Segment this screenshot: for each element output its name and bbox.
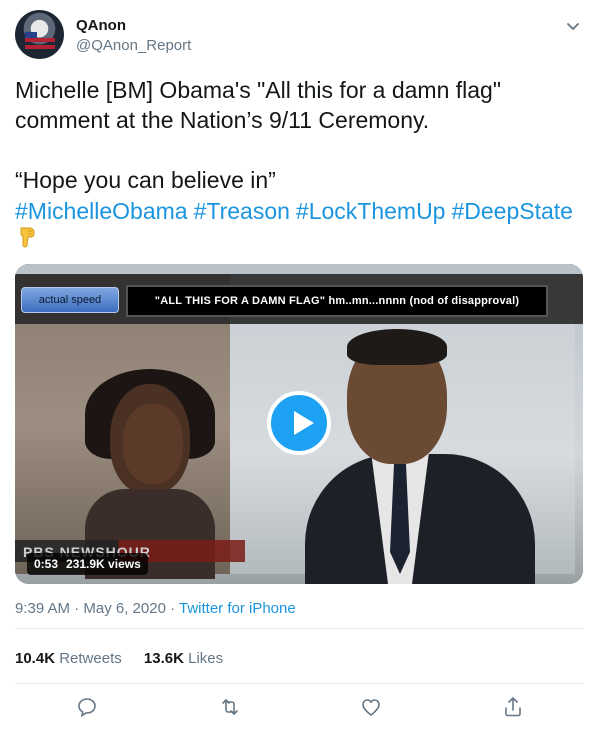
retweets-count: 10.4K (15, 650, 56, 667)
divider (15, 628, 583, 629)
tweet-header: QAnon @QAnon_Report (15, 10, 585, 62)
likes-label: Likes (188, 650, 224, 667)
video-player[interactable]: actual speed "ALL THIS FOR A DAMN FLAG" … (15, 264, 583, 584)
chevron-down-icon[interactable] (561, 14, 585, 38)
share-icon[interactable] (501, 695, 525, 719)
hashtag-link[interactable]: #MichelleObama (15, 198, 188, 224)
hashtag-link[interactable]: #DeepState (451, 198, 572, 224)
tweet-source[interactable]: Twitter for iPhone (179, 600, 296, 617)
reply-icon[interactable] (75, 695, 99, 719)
video-duration: 0:53 (34, 557, 59, 571)
divider (15, 683, 583, 684)
pointing-down-icon (15, 224, 39, 248)
play-button[interactable] (267, 391, 331, 455)
speed-label: actual speed (21, 287, 119, 313)
tweet-stats: 10.4K Retweets 13.6K Likes (15, 650, 241, 667)
hashtag-link[interactable]: #LockThemUp (296, 198, 446, 224)
video-caption: "ALL THIS FOR A DAMN FLAG" hm..mn...nnnn… (126, 285, 548, 317)
likes-count: 13.6K (143, 650, 184, 667)
author-handle[interactable]: @QAnon_Report (76, 37, 191, 54)
retweets-stat[interactable]: 10.4K Retweets (15, 650, 122, 667)
avatar[interactable] (15, 10, 64, 59)
tweet-actions (15, 695, 583, 723)
retweets-label: Retweets (59, 650, 122, 667)
video-views: 231.9K views (66, 557, 141, 571)
tweet-meta: 9:39 AM · May 6, 2020 · Twitter for iPho… (15, 600, 296, 617)
hashtag-list: #MichelleObama #Treason #LockThemUp #DeepSt… (15, 196, 585, 226)
tweet-text: Michelle [BM] Obama's "All this for a da… (15, 77, 502, 193)
likes-stat[interactable]: 13.6K Likes (144, 650, 223, 667)
tweet-timestamp[interactable]: 9:39 AM · May 6, 2020 · (15, 600, 179, 617)
video-stats: 0:53 231.9K views (27, 553, 148, 575)
like-icon[interactable] (359, 695, 383, 719)
author-name[interactable]: QAnon (76, 17, 126, 34)
retweet-icon[interactable] (218, 695, 242, 719)
hashtag-link[interactable]: #Treason (194, 198, 290, 224)
